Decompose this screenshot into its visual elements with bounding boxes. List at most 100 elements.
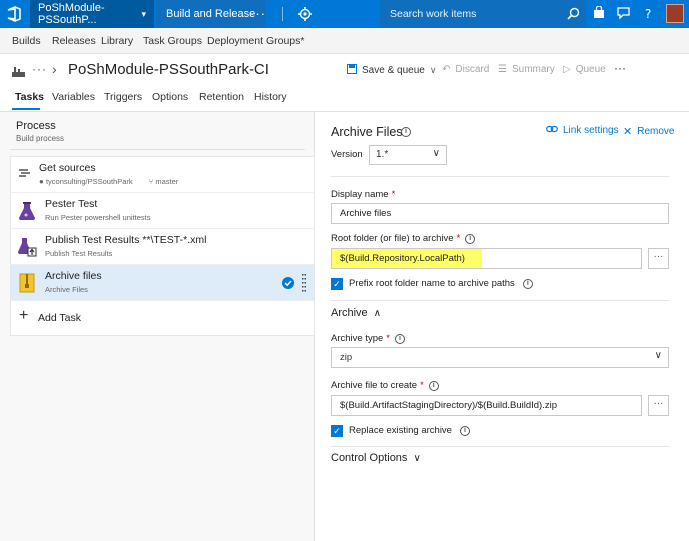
branch-icon: ⑂ <box>148 177 154 186</box>
save-and-queue-label: Save & queue <box>362 65 425 76</box>
queue-button[interactable]: ▷ Queue <box>563 64 606 75</box>
sub-navigation: Builds Releases Library Task Groups Depl… <box>0 28 689 54</box>
feedback-icon[interactable] <box>617 6 633 22</box>
vsts-logo-icon[interactable] <box>4 4 24 24</box>
breadcrumb-more-icon[interactable]: ··· <box>32 62 47 76</box>
nav-deployment-groups[interactable]: Deployment Groups* <box>207 35 304 47</box>
task-subtitle: Run Pester powershell unittests <box>45 213 151 222</box>
root-folder-label: Root folder (or file) to archive * i <box>331 233 476 244</box>
info-icon[interactable]: i <box>401 127 411 137</box>
shopping-bag-icon[interactable] <box>592 5 608 22</box>
link-icon <box>546 125 558 136</box>
browse-archive-file-button[interactable]: ··· <box>648 395 669 416</box>
info-icon[interactable]: i <box>465 233 476 244</box>
task-subtitle: Publish Test Results <box>45 249 113 258</box>
tab-triggers[interactable]: Triggers <box>104 91 142 103</box>
github-icon: ● <box>39 177 44 186</box>
tab-variables[interactable]: Variables <box>52 91 95 103</box>
tab-history[interactable]: History <box>254 91 287 103</box>
avatar[interactable] <box>666 4 684 23</box>
info-icon[interactable]: i <box>522 278 533 289</box>
tab-retention[interactable]: Retention <box>199 91 244 103</box>
divider <box>331 446 669 447</box>
gear-icon[interactable] <box>297 6 313 22</box>
archive-section-header[interactable]: Archive ∧ <box>331 307 381 319</box>
more-hubs-icon[interactable]: ··· <box>250 6 266 21</box>
info-icon[interactable]: i <box>394 333 405 344</box>
prefix-label-text: Prefix root folder name to archive paths <box>349 278 515 289</box>
archive-file-field[interactable]: $(Build.ArtifactStagingDirectory)/$(Buil… <box>331 395 642 416</box>
root-folder-field[interactable]: $(Build.Repository.LocalPath) <box>331 248 642 269</box>
chevron-down-icon: ∨ <box>654 350 662 361</box>
summary-button[interactable]: ☰ Summary <box>498 64 555 75</box>
task-publish-test-results[interactable]: Publish Test Results **\TEST-*.xml Publi… <box>11 229 314 265</box>
nav-task-groups[interactable]: Task Groups <box>143 35 202 47</box>
prefix-root-folder-label: Prefix root folder name to archive paths… <box>349 278 533 289</box>
task-list-pane: Process Build process Get sources ● tyco… <box>0 112 315 541</box>
display-name-label: Display name * <box>331 189 395 200</box>
control-options-section-header[interactable]: Control Options ∨ <box>331 452 421 464</box>
active-tab-indicator <box>12 108 40 110</box>
browse-root-folder-button[interactable]: ··· <box>648 248 669 269</box>
task-archive-files[interactable]: Archive files Archive Files <box>11 265 314 301</box>
version-label: Version <box>331 149 363 160</box>
search-icon[interactable] <box>567 7 580 23</box>
chevron-down-icon: ∨ <box>413 452 421 464</box>
archive-icon <box>17 273 37 293</box>
display-name-label-text: Display name <box>331 189 389 200</box>
nav-releases[interactable]: Releases <box>52 35 96 47</box>
undo-icon: ↶ <box>442 64 451 75</box>
top-bar: PoShModule-PSSouthP... ▾ Build and Relea… <box>0 0 689 28</box>
task-pester-test[interactable]: Pester Test Run Pester powershell unitte… <box>11 193 314 229</box>
page-title: PoShModule-PSSouthPark-CI <box>68 61 269 78</box>
divider <box>10 149 305 150</box>
help-icon[interactable]: ? <box>641 6 657 22</box>
process-title: Process <box>16 120 56 132</box>
project-selector[interactable]: PoShModule-PSSouthP... ▾ <box>30 0 154 28</box>
link-settings-button[interactable]: Link settings <box>546 125 619 136</box>
display-name-field[interactable]: Archive files <box>331 203 669 224</box>
divider <box>331 300 669 301</box>
tab-options[interactable]: Options <box>152 91 188 103</box>
search-placeholder: Search work items <box>390 8 477 20</box>
archive-section-label: Archive <box>331 307 368 319</box>
more-actions-icon[interactable]: ··· <box>614 61 626 75</box>
archive-file-label-text: Archive file to create <box>331 380 418 391</box>
tab-tasks[interactable]: Tasks <box>15 91 44 103</box>
chevron-right-icon: › <box>52 61 57 77</box>
task-details-pane: Archive Files i Link settings ✕ Remove V… <box>316 112 689 541</box>
root-folder-label-text: Root folder (or file) to archive <box>331 233 454 244</box>
search-input[interactable]: Search work items <box>380 0 586 28</box>
task-title: Publish Test Results **\TEST-*.xml <box>45 234 207 246</box>
chevron-down-icon[interactable]: ∨ <box>430 65 437 76</box>
add-task-button[interactable]: + Add Task <box>11 301 314 335</box>
build-pipeline-icon <box>12 66 25 80</box>
chevron-up-icon: ∧ <box>373 307 382 319</box>
info-icon[interactable]: i <box>428 380 439 391</box>
checkmark-icon <box>282 277 294 289</box>
drag-handle-icon[interactable] <box>302 274 306 292</box>
remove-button[interactable]: ✕ Remove <box>623 125 674 138</box>
publish-test-results-icon <box>17 237 37 257</box>
repo-name: tyconsulting/PSSouthPark <box>45 177 133 186</box>
nav-builds[interactable]: Builds <box>12 35 41 47</box>
archive-type-select[interactable]: zip ∨ <box>331 347 669 368</box>
archive-file-label: Archive file to create * i <box>331 380 439 391</box>
control-options-label: Control Options <box>331 452 408 464</box>
info-icon[interactable]: i <box>459 425 470 436</box>
hub-build-and-release[interactable]: Build and Release <box>156 0 266 28</box>
prefix-root-folder-checkbox[interactable]: ✓ <box>331 278 343 290</box>
process-header[interactable]: Process Build process <box>16 120 64 143</box>
play-icon: ▷ <box>563 64 571 75</box>
version-value: 1.* <box>376 149 389 160</box>
task-get-sources[interactable]: Get sources ● tyconsulting/PSSouthPark ⑂… <box>11 157 314 193</box>
pester-flask-icon <box>17 201 37 221</box>
nav-library[interactable]: Library <box>101 35 133 47</box>
root-folder-value: $(Build.Repository.LocalPath) <box>332 249 482 268</box>
version-select[interactable]: 1.* ∨ <box>369 145 447 165</box>
replace-existing-checkbox[interactable]: ✓ <box>331 425 343 437</box>
divider <box>331 176 669 177</box>
save-and-queue-button[interactable]: Save & queue ∨ <box>347 64 436 77</box>
replace-label-text: Replace existing archive <box>349 425 452 436</box>
discard-button[interactable]: ↶ Discard <box>442 64 489 75</box>
